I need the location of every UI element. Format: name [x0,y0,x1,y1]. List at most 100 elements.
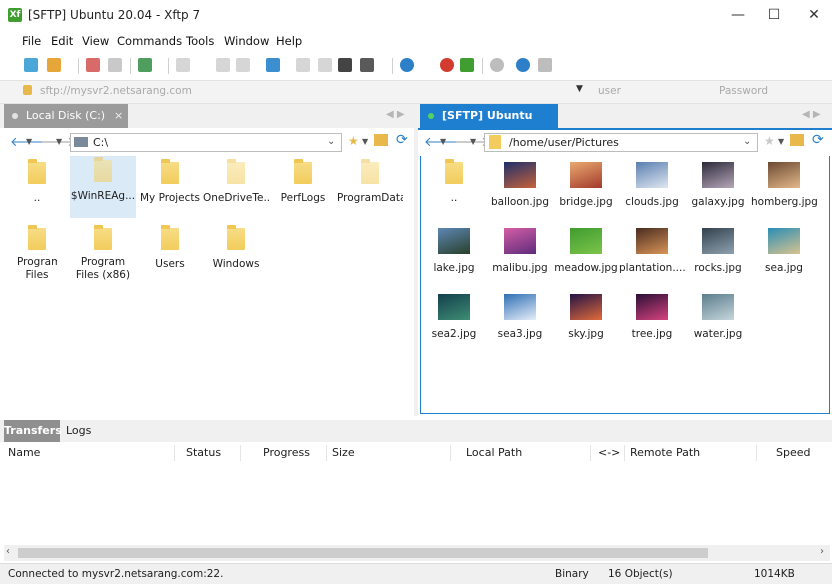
close-button[interactable]: ✕ [792,0,832,30]
menu-tools[interactable]: Tools [186,34,214,48]
refresh-icon[interactable]: ⟳ [396,132,408,148]
remote-file-item[interactable]: rocks.jpg [685,224,751,286]
back-dropdown-icon[interactable]: ▼ [26,137,32,146]
xshell-icon[interactable] [440,58,454,72]
remote-file-item[interactable]: clouds.jpg [619,158,685,220]
local-file-item[interactable]: .. [4,158,70,220]
menu-file[interactable]: File [22,34,41,48]
menu-window[interactable]: Window [224,34,269,48]
remote-file-item[interactable]: bridge.jpg [553,158,619,220]
panel-splitter[interactable] [414,104,418,416]
xftp-icon[interactable] [460,58,474,72]
remote-file-item[interactable]: sea3.jpg [487,290,553,352]
col-remote-path[interactable]: Remote Path [630,446,700,459]
connect-icon[interactable] [86,58,100,72]
tab-transfers[interactable]: Transfers [4,420,62,442]
image-thumbnail-icon [504,228,536,254]
tab-local-disk[interactable]: Local Disk (C:) × [4,104,128,128]
tab-close-icon[interactable]: × [114,104,123,128]
item-label: Program Files [17,256,57,281]
remote-file-item[interactable]: tree.jpg [619,290,685,352]
globe-icon[interactable] [400,58,414,72]
horizontal-scrollbar[interactable]: ‹ › [4,545,830,561]
tab-sftp-ubuntu[interactable]: [SFTP] Ubuntu 20.04 [420,104,558,146]
remote-file-item[interactable]: meadow.jpg [553,224,619,286]
forward-dropdown-icon[interactable]: ▼ [470,137,476,146]
back-dropdown-icon[interactable]: ▼ [440,137,446,146]
properties-icon[interactable] [138,58,152,72]
local-file-item[interactable]: PerfLogs [270,158,336,220]
user-input[interactable]: user [598,85,621,97]
view-icon[interactable] [360,58,374,72]
download-icon[interactable] [318,58,332,72]
favorites-dropdown-icon[interactable]: ▼ [362,137,368,146]
local-file-item[interactable]: Program Files (x86) [70,224,136,286]
col-direction[interactable]: <-> [598,446,620,459]
col-local-path[interactable]: Local Path [466,446,522,459]
help-icon[interactable] [516,58,530,72]
path-dropdown-icon[interactable]: ⌄ [327,136,335,147]
tab-scroll-icon[interactable]: ◀ ▶ [802,109,821,120]
remote-file-item[interactable]: sea.jpg [751,224,817,286]
local-file-item[interactable]: Users [137,224,203,286]
path-dropdown-icon[interactable]: ⌄ [743,136,751,147]
scroll-left-icon[interactable]: ‹ [6,546,10,557]
col-status[interactable]: Status [186,446,221,459]
up-folder-icon[interactable] [790,134,804,146]
scroll-right-icon[interactable]: › [820,546,824,557]
transfers-list[interactable] [4,463,830,545]
up-folder-icon[interactable] [374,134,388,146]
remote-file-item[interactable]: homberg.jpg [751,158,817,220]
menu-view[interactable]: View [82,34,109,48]
remote-file-item[interactable]: malibu.jpg [487,224,553,286]
local-file-item[interactable]: ProgramData [337,158,403,220]
remote-file-item[interactable]: balloon.jpg [487,158,553,220]
local-file-item[interactable]: Windows [203,224,269,286]
refresh-icon[interactable]: ⟳ [812,132,824,148]
col-speed[interactable]: Speed [776,446,810,459]
tab-scroll-icon[interactable]: ◀ ▶ [386,109,405,120]
scroll-thumb[interactable] [18,548,708,558]
tab-logs[interactable]: Logs [66,424,91,437]
layout-icon[interactable] [338,58,352,72]
remote-file-item[interactable]: sea2.jpg [421,290,487,352]
copy-icon[interactable] [216,58,230,72]
col-progress[interactable]: Progress [263,446,310,459]
disconnect-icon[interactable] [108,58,122,72]
gear-icon[interactable] [490,58,504,72]
terminal-icon[interactable] [176,58,190,72]
host-dropdown-icon[interactable]: ▼ [576,84,583,94]
col-name[interactable]: Name [8,446,40,459]
new-session-icon[interactable] [24,58,38,72]
remote-path-field[interactable]: /home/user/Pictures ⌄ [484,133,758,152]
remote-file-item[interactable]: lake.jpg [421,224,487,286]
forward-dropdown-icon[interactable]: ▼ [56,137,62,146]
col-size[interactable]: Size [332,446,355,459]
remote-file-item[interactable]: water.jpg [685,290,751,352]
maximize-button[interactable]: ☐ [752,0,796,30]
paste-icon[interactable] [236,58,250,72]
local-file-item[interactable]: Program Files [4,224,70,286]
remote-file-item[interactable]: plantation.... [619,224,685,286]
local-file-item[interactable]: My Projects [137,158,203,220]
remote-file-item[interactable]: .. [421,158,487,220]
local-file-item[interactable]: OneDriveTe... [203,158,269,220]
favorites-icon[interactable]: ★ [348,134,359,148]
item-label: sea3.jpg [497,328,543,340]
host-input[interactable]: sftp://mysvr2.netsarang.com [40,85,192,97]
remote-file-item[interactable]: galaxy.jpg [685,158,751,220]
menu-commands[interactable]: Commands [117,34,182,48]
sync-icon[interactable] [266,58,280,72]
open-folder-icon[interactable] [47,58,61,72]
menu-edit[interactable]: Edit [51,34,73,48]
remote-file-item[interactable]: sky.jpg [553,290,619,352]
password-input[interactable]: Password [719,85,768,97]
favorites-icon[interactable]: ★ [764,134,775,148]
local-file-item[interactable]: $WinREAg... [70,156,136,218]
local-path-field[interactable]: C:\ ⌄ [70,133,342,152]
transfers-header: Name Status Progress Size Local Path <->… [4,443,830,464]
chat-icon[interactable] [538,58,552,72]
upload-icon[interactable] [296,58,310,72]
menu-help[interactable]: Help [276,34,302,48]
favorites-dropdown-icon[interactable]: ▼ [778,137,784,146]
